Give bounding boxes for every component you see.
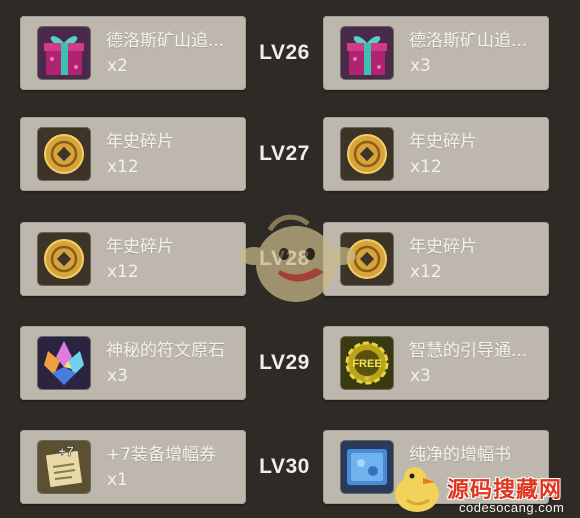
reward-card-left[interactable]: +7 +7装备增幅券 x1 xyxy=(20,430,246,504)
free-gear-icon: FREE ∞ xyxy=(341,337,393,389)
reward-card-left[interactable]: 年史碎片 x12 xyxy=(20,222,246,296)
site-watermark: 源码搜藏网 codesocang.com xyxy=(385,460,580,518)
item-quantity: x3 xyxy=(107,366,128,386)
svg-text:FREE: FREE xyxy=(352,358,381,370)
item-quantity: x12 xyxy=(107,262,139,282)
item-name: 德洛斯矿山追... xyxy=(106,31,225,51)
item-quantity: x1 xyxy=(107,470,128,490)
item-name: +7装备增幅券 xyxy=(106,445,217,465)
reward-card-right[interactable]: FREE ∞ 智慧的引导通... x3 xyxy=(323,326,549,400)
reward-row-lv27: 年史碎片 x12 LV27 年史碎片 x12 xyxy=(0,117,580,191)
item-name: 年史碎片 xyxy=(409,237,477,257)
scroll-plus7-icon: +7 xyxy=(38,441,90,493)
item-name: 德洛斯矿山追... xyxy=(409,31,528,51)
level-label: LV30 xyxy=(259,455,310,478)
reward-card-left[interactable]: 年史碎片 x12 xyxy=(20,117,246,191)
item-name: 智慧的引导通... xyxy=(409,341,528,361)
level-label: LV26 xyxy=(259,41,310,64)
item-name: 年史碎片 xyxy=(106,132,174,152)
item-quantity: x12 xyxy=(107,157,139,177)
coin-fragment-icon xyxy=(38,128,90,180)
coin-fragment-icon xyxy=(341,128,393,180)
reward-card-right[interactable]: 年史碎片 x12 xyxy=(323,117,549,191)
item-name: 年史碎片 xyxy=(106,237,174,257)
item-quantity: x3 xyxy=(410,366,431,386)
reward-row-lv26: 德洛斯矿山追... x2 LV26 德洛斯矿山追... x3 xyxy=(0,16,580,90)
reward-row-lv29: 神秘的符文原石 x3 LV29 FREE ∞ 智慧的引导通... x3 xyxy=(0,326,580,400)
reward-card-left[interactable]: 神秘的符文原石 x3 xyxy=(20,326,246,400)
reward-card-right[interactable]: 德洛斯矿山追... x3 xyxy=(323,16,549,90)
item-quantity: x12 xyxy=(410,157,442,177)
level-label: LV27 xyxy=(259,142,310,165)
svg-text:+7: +7 xyxy=(58,443,74,459)
svg-text:∞: ∞ xyxy=(363,374,371,384)
level-label: LV29 xyxy=(259,351,310,374)
item-name: 神秘的符文原石 xyxy=(106,341,225,361)
coin-fragment-icon xyxy=(38,233,90,285)
duck-logo-icon xyxy=(395,467,439,512)
item-quantity: x12 xyxy=(410,262,442,282)
watermark-url: codesocang.com xyxy=(459,500,565,515)
reward-card-left[interactable]: 德洛斯矿山追... x2 xyxy=(20,16,246,90)
item-quantity: x2 xyxy=(107,56,128,76)
gift-box-icon xyxy=(38,27,90,79)
gift-box-icon xyxy=(341,27,393,79)
mascot-overlay xyxy=(238,208,358,308)
item-name: 年史碎片 xyxy=(409,132,477,152)
rune-crystal-icon xyxy=(38,337,90,389)
item-quantity: x3 xyxy=(410,56,431,76)
